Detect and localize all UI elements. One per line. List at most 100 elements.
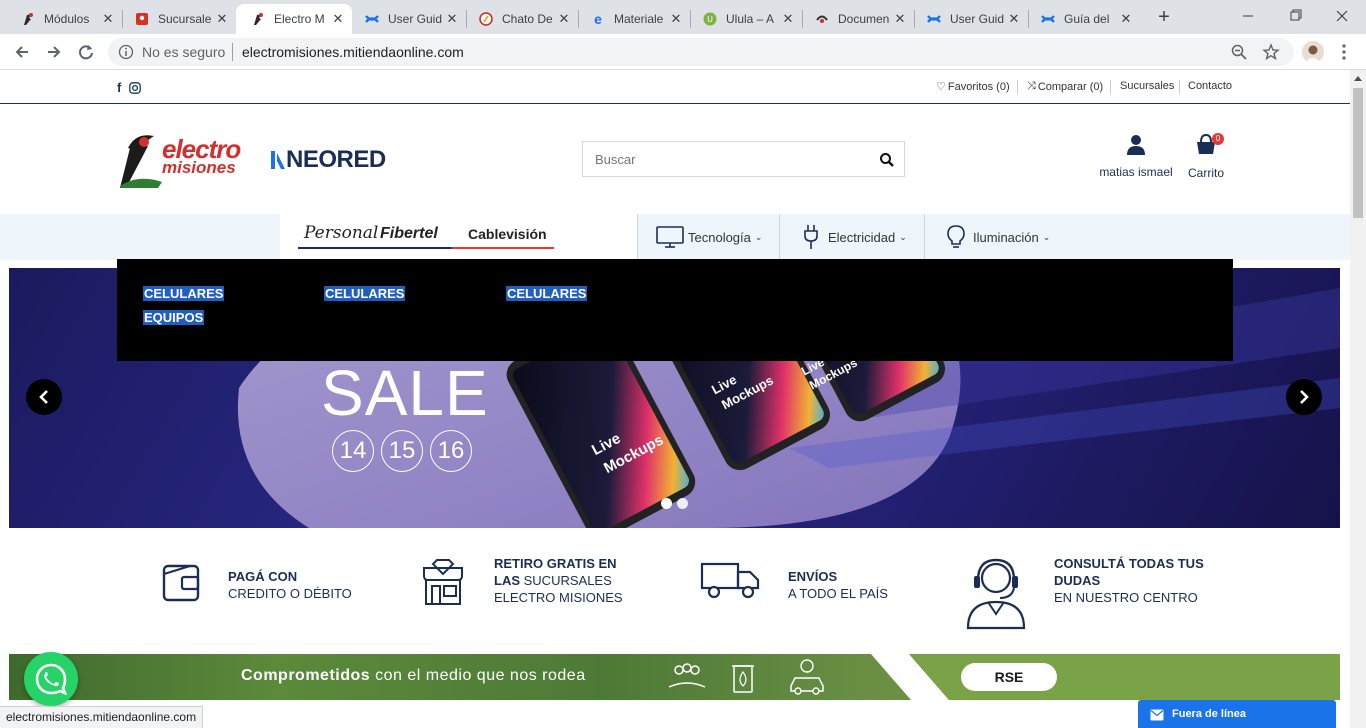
chevron-left-icon: [39, 390, 48, 404]
scrollbar-thumb[interactable]: [1353, 88, 1363, 218]
bulb-icon: [947, 225, 965, 248]
mega-menu-link[interactable]: CELULARES: [143, 286, 225, 301]
info-icon[interactable]: [118, 44, 134, 60]
nav-tecnologia[interactable]: Tecnología ⌄: [656, 214, 762, 260]
close-tab-icon[interactable]: ✕: [100, 11, 116, 27]
compare-link[interactable]: ⤨ Comparar (0): [1027, 80, 1103, 93]
electromisiones-logo[interactable]: electro misiones: [118, 128, 248, 190]
profile-avatar[interactable]: [1302, 41, 1324, 63]
minimize-button[interactable]: [1238, 8, 1258, 24]
slider-dot[interactable]: [661, 498, 672, 509]
nav-electricidad[interactable]: Electricidad ⌄: [802, 214, 907, 260]
truck-icon: [700, 560, 764, 602]
close-tab-icon[interactable]: ✕: [214, 11, 230, 27]
hero-sale-text: SALE: [321, 357, 489, 429]
brand-fibertel[interactable]: Fibertel: [380, 225, 438, 243]
browser-menu-icon[interactable]: [1336, 42, 1352, 62]
search-input[interactable]: [583, 142, 873, 176]
zoom-icon[interactable]: [1230, 43, 1248, 61]
whatsapp-icon: [35, 663, 68, 696]
forward-button[interactable]: [42, 40, 66, 64]
brand-strip: Personal Fibertel Cablevisión: [280, 214, 637, 260]
electric-car-icon: [787, 658, 827, 696]
back-button[interactable]: [10, 40, 34, 64]
favorites-link[interactable]: ♡ Favoritos (0): [936, 80, 1010, 94]
sucursales-link[interactable]: Sucursales: [1120, 80, 1174, 92]
browser-tab-active[interactable]: Electro M ✕: [236, 4, 352, 34]
shuffle-icon: ⤨: [1027, 80, 1036, 92]
close-tab-icon[interactable]: ✕: [444, 11, 460, 27]
mega-menu: CELULARES EQUIPOS CELULARES CELULARES: [117, 259, 1233, 361]
whatsapp-button[interactable]: [24, 652, 78, 706]
neored-mark-icon: [271, 151, 285, 169]
close-tab-icon[interactable]: ✕: [556, 11, 572, 27]
browser-tab[interactable]: Documen ✕: [802, 4, 914, 34]
search-icon[interactable]: [879, 152, 895, 168]
sale-days: 14 15 16: [332, 430, 472, 472]
monitor-icon: [656, 226, 684, 248]
facebook-icon[interactable]: f: [117, 80, 121, 95]
brand-personal[interactable]: Personal: [304, 223, 378, 243]
main-nav: Personal Fibertel Cablevisión Tecnología…: [0, 214, 1350, 260]
scroll-up-icon[interactable]: [1353, 74, 1363, 82]
top-bar: f ♡ Favoritos (0) ⤨ Comparar (0) Sucursa…: [0, 70, 1350, 104]
status-url-bubble: electromisiones.mitiendaonline.com: [0, 706, 204, 728]
cart-link[interactable]: 0 Carrito: [1182, 132, 1230, 182]
close-tab-icon[interactable]: ✕: [892, 11, 908, 27]
browser-tab[interactable]: Guía del ✕: [1028, 4, 1140, 34]
chevron-down-icon: ⌄: [1042, 231, 1051, 242]
browser-tab[interactable]: Módulos ✕: [0, 4, 122, 34]
mega-menu-link[interactable]: CELULARES: [506, 286, 588, 301]
slider-prev-button[interactable]: [26, 379, 62, 415]
address-bar[interactable]: No es seguro electromisiones.mitiendaonl…: [108, 38, 1294, 66]
confluence-icon: [364, 11, 380, 27]
restore-button[interactable]: [1286, 8, 1306, 24]
instagram-icon[interactable]: [129, 81, 141, 94]
rse-button[interactable]: RSE: [961, 663, 1057, 691]
contacto-link[interactable]: Contacto: [1188, 80, 1232, 92]
banner-text: Comprometidos con el medio que nos rodea: [241, 667, 586, 684]
rse-banner[interactable]: Comprometidos con el medio que nos rodea…: [9, 654, 1340, 700]
close-tab-icon[interactable]: ✕: [330, 11, 346, 27]
cart-count-badge: 0: [1212, 133, 1224, 145]
sale-day: 14: [332, 430, 374, 472]
doc-icon: [814, 11, 830, 27]
user-icon: [1127, 135, 1145, 155]
chato-icon: [478, 11, 494, 27]
nav-iluminacion[interactable]: Iluminación ⌄: [946, 214, 1050, 260]
chevron-down-icon: ⌄: [754, 231, 763, 242]
chat-status: Fuera de línea: [1172, 708, 1246, 720]
bookmark-star-icon[interactable]: [1262, 43, 1280, 61]
confluence-icon: [926, 11, 942, 27]
browser-tab[interactable]: U Ulula – A ✕: [690, 4, 802, 34]
chat-widget[interactable]: Fuera de línea: [1138, 700, 1336, 728]
browser-tab[interactable]: User Guid ✕: [352, 4, 466, 34]
new-tab-button[interactable]: +: [1152, 6, 1176, 30]
browser-tab[interactable]: Chato De ✕: [466, 4, 578, 34]
browser-tab-strip: Módulos ✕ Sucursale ✕ Electro M ✕ User G…: [0, 0, 1366, 34]
feature-pickup: RETIRO GRATIS EN LAS SUCURSALES ELECTRO …: [494, 556, 623, 605]
slider-dot[interactable]: [677, 498, 688, 509]
ulula-icon: U: [702, 11, 718, 27]
mega-menu-link[interactable]: EQUIPOS: [143, 310, 205, 325]
close-tab-icon[interactable]: ✕: [1118, 11, 1134, 27]
page-scrollbar[interactable]: [1350, 70, 1366, 728]
slider-next-button[interactable]: [1286, 379, 1322, 415]
ie-icon: e: [594, 11, 602, 27]
brand-cablevision[interactable]: Cablevisión: [468, 226, 547, 242]
close-tab-icon[interactable]: ✕: [780, 11, 796, 27]
browser-tab[interactable]: User Guid ✕: [914, 4, 1028, 34]
browser-tab[interactable]: Sucursale ✕: [122, 4, 236, 34]
close-tab-icon[interactable]: ✕: [1006, 11, 1022, 27]
user-account-link[interactable]: matias ismael: [1096, 134, 1176, 182]
recycle-bin-icon: [731, 660, 755, 694]
reload-button[interactable]: [74, 40, 98, 64]
close-tab-icon[interactable]: ✕: [668, 11, 684, 27]
browser-tab[interactable]: e Materiale ✕: [578, 4, 690, 34]
mega-menu-link[interactable]: CELULARES: [324, 286, 406, 301]
feature-support: CONSULTÁ TODAS TUS DUDAS EN NUESTRO CENT…: [1054, 556, 1204, 605]
hands-people-icon: [667, 661, 707, 693]
wallet-icon: [160, 562, 204, 604]
close-window-button[interactable]: [1332, 8, 1352, 24]
heart-icon: ♡: [936, 81, 946, 93]
